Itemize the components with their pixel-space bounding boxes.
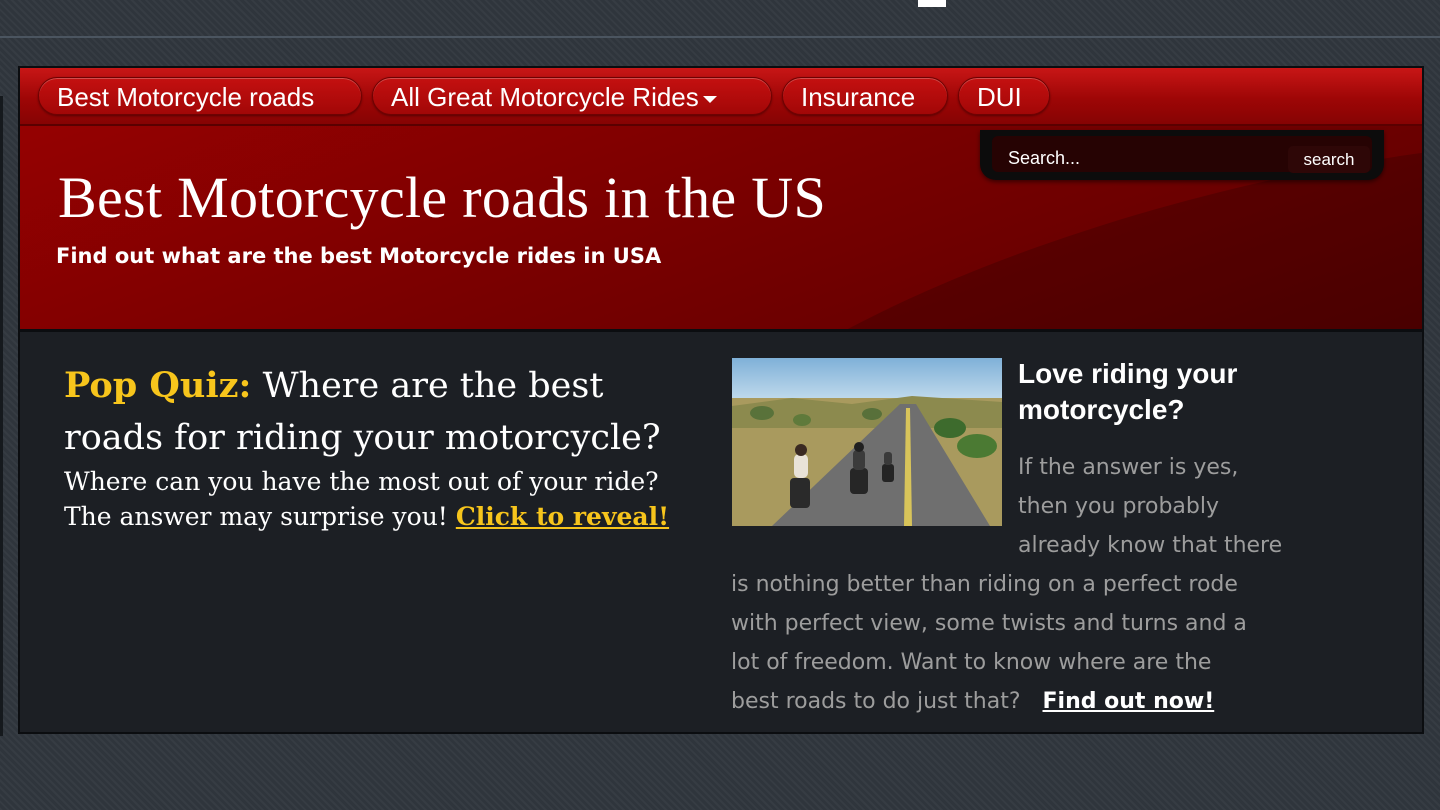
nav-item-all-great-motorcycle-rides[interactable]: All Great Motorcycle Rides — [372, 77, 772, 115]
click-to-reveal-link[interactable]: Click to reveal! — [456, 502, 669, 531]
left-edge — [0, 96, 3, 736]
promo-text-line: already know that there — [1018, 533, 1283, 558]
quiz-highlight: Pop Quiz: — [64, 365, 252, 406]
top-marker — [918, 0, 946, 7]
nav-item-insurance[interactable]: Insurance — [782, 77, 948, 115]
site-title: Best Motorcycle roads in the US — [58, 165, 827, 230]
promo-text-line: lot of freedom. Want to know where are t… — [731, 650, 1212, 675]
promo-text-line-with-link: best roads to do just that? Find out now! — [731, 682, 1411, 721]
nav-item-label: DUI — [977, 82, 1022, 112]
find-out-now-link[interactable]: Find out now! — [1043, 689, 1215, 714]
nav-item-label: Best Motorcycle roads — [57, 82, 315, 112]
promo-text-line: If the answer is yes, — [1018, 455, 1239, 480]
nav-item-dui[interactable]: DUI — [958, 77, 1050, 115]
promo-title: Love riding your motorcycle? — [1018, 358, 1238, 425]
search-field-wrapper: search — [992, 136, 1372, 173]
nav-item-best-motorcycle-roads[interactable]: Best Motorcycle roads — [38, 77, 362, 115]
quiz-line: The answer may surprise you! — [64, 502, 448, 531]
search-button[interactable]: search — [1288, 146, 1370, 173]
page-container: Best Motorcycle roads All Great Motorcyc… — [18, 66, 1424, 734]
promo-text-top: If the answer is yes, then you probably … — [1018, 448, 1418, 565]
promo-text-line: best roads to do just that? — [731, 689, 1021, 714]
nav-item-label: All Great Motorcycle Rides — [391, 82, 699, 112]
quiz-body: Where can you have the most out of your … — [64, 464, 674, 534]
chevron-down-icon — [702, 95, 717, 103]
quiz-heading: Pop Quiz: Where are the best roads for r… — [64, 360, 674, 464]
motorcycle-road-image — [732, 358, 1002, 526]
promo-text-bottom: is nothing better than riding on a perfe… — [731, 565, 1411, 721]
promo-text-line: with perfect view, some twists and turns… — [731, 611, 1247, 636]
nav-item-label: Insurance — [801, 82, 916, 112]
main-navbar: Best Motorcycle roads All Great Motorcyc… — [20, 68, 1422, 126]
search-box: search — [980, 130, 1384, 180]
search-input[interactable] — [1008, 144, 1264, 172]
top-rule — [0, 36, 1440, 38]
site-tagline: Find out what are the best Motorcycle ri… — [56, 244, 662, 268]
quiz-line: Where can you have the most out of your … — [64, 467, 659, 496]
quiz-line-with-link: The answer may surprise you! Click to re… — [64, 499, 674, 534]
pop-quiz-block: Pop Quiz: Where are the best roads for r… — [64, 360, 674, 534]
promo-text-line: then you probably — [1018, 494, 1219, 519]
promo-text-line: is nothing better than riding on a perfe… — [731, 572, 1238, 597]
